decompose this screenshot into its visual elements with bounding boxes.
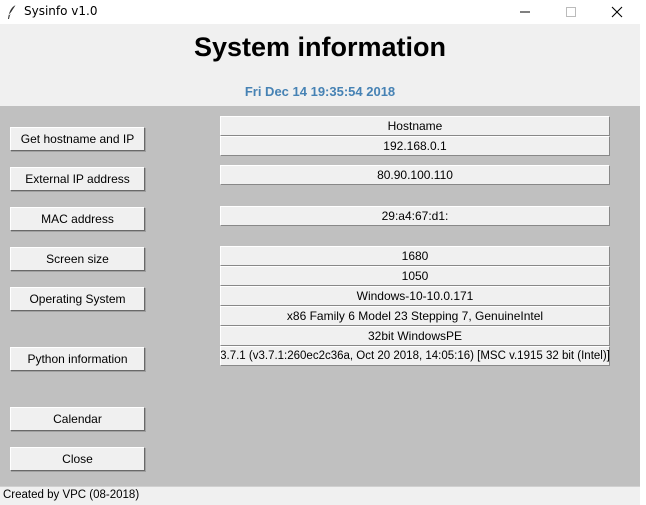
mac-address-field: 29:a4:67:d1:	[220, 206, 610, 226]
title-bar: Sysinfo v1.0	[0, 0, 640, 24]
maximize-icon	[566, 7, 576, 17]
window-title: Sysinfo v1.0	[24, 4, 98, 18]
close-icon	[611, 6, 623, 18]
processor-field: x86 Family 6 Model 23 Stepping 7, Genuin…	[220, 306, 610, 326]
main-panel: Get hostname and IP External IP address …	[0, 106, 640, 486]
local-ip-field: 192.168.0.1	[220, 136, 610, 156]
calendar-button[interactable]: Calendar	[10, 407, 145, 431]
close-window-button[interactable]	[594, 0, 640, 24]
python-information-button[interactable]: Python information	[10, 347, 145, 371]
external-ip-button[interactable]: External IP address	[10, 167, 145, 191]
hostname-field: Hostname	[220, 116, 610, 136]
screen-width-field: 1680	[220, 246, 610, 266]
os-version-field: Windows-10-10.0.171	[220, 286, 610, 306]
status-bar: Created by VPC (08-2018)	[0, 486, 640, 505]
screen-size-button[interactable]: Screen size	[10, 247, 145, 271]
status-text: Created by VPC (08-2018)	[3, 489, 140, 501]
minimize-button[interactable]	[502, 0, 548, 24]
datetime-label: Fri Dec 14 19:35:54 2018	[244, 84, 396, 99]
operating-system-button[interactable]: Operating System	[10, 287, 145, 311]
page-title: System information	[193, 32, 447, 62]
window-edge	[640, 0, 646, 505]
python-version-field: 3.7.1 (v3.7.1:260ec2c36a, Oct 20 2018, 1…	[220, 346, 610, 366]
screen-height-field: 1050	[220, 266, 610, 286]
feather-icon	[6, 4, 18, 20]
get-hostname-ip-button[interactable]: Get hostname and IP	[10, 127, 145, 151]
external-ip-field: 80.90.100.110	[220, 165, 610, 185]
mac-address-button[interactable]: MAC address	[10, 207, 145, 231]
header-panel: System information Fri Dec 14 19:35:54 2…	[0, 24, 640, 106]
minimize-icon	[520, 11, 530, 13]
architecture-field: 32bit WindowsPE	[220, 326, 610, 346]
maximize-button[interactable]	[548, 0, 594, 24]
close-button[interactable]: Close	[10, 447, 145, 471]
